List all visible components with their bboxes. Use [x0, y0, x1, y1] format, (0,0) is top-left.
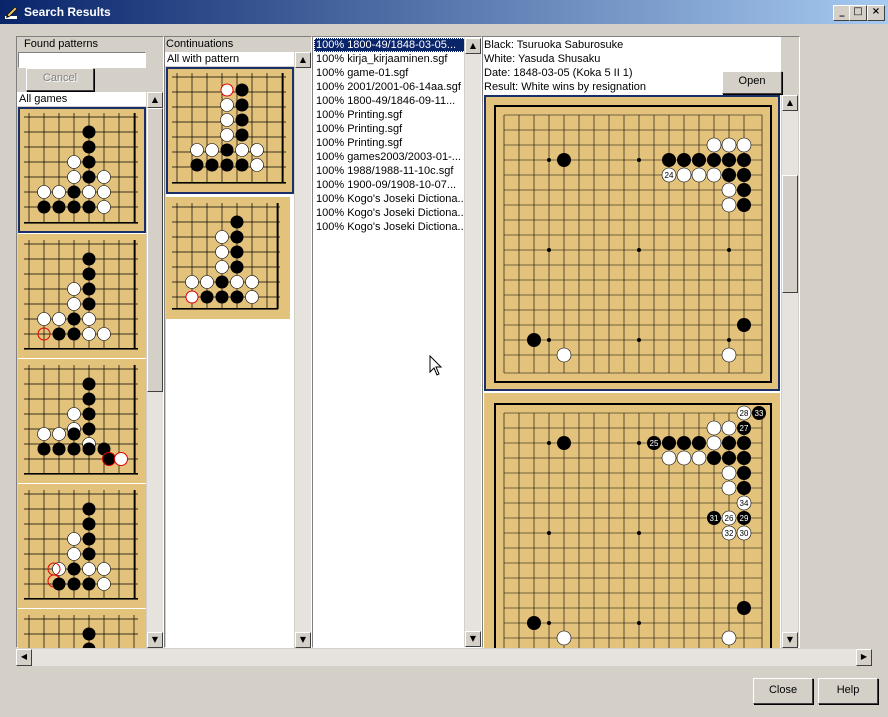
game-item[interactable]: 100% game-01.sgf [314, 66, 466, 80]
move-number: 27 [740, 424, 749, 433]
continuations-panel: Continuations All with pattern ▲ ▼ [164, 36, 312, 648]
arrow-down-icon[interactable]: ▼ [782, 632, 798, 648]
found-patterns-label: Found patterns [24, 38, 98, 50]
pattern-tile-5[interactable] [18, 609, 146, 648]
continuation-board [172, 73, 286, 184]
game-item[interactable]: 100% Printing.sgf [314, 136, 466, 150]
pattern-board [24, 615, 138, 648]
continuation-tile-1[interactable] [166, 67, 294, 194]
move-number: 28 [740, 409, 749, 418]
games-list[interactable]: 100% 1800-49/1848-03-05... 100% kirja_ki… [314, 38, 466, 638]
full-board-2[interactable]: 25 27 28 33 34 31 26 29 32 30 [484, 393, 780, 648]
pattern-board [24, 240, 138, 350]
game-item[interactable]: 100% Kogo's Joseki Dictiona... [314, 220, 466, 234]
help-button[interactable]: Help [818, 678, 878, 704]
continuation-tile-2[interactable] [166, 197, 290, 319]
games-scrollbar[interactable]: ▲ ▼ [464, 38, 481, 647]
window-title: Search Results [24, 5, 111, 19]
game-date: Date: 1848-03-05 (Koka 5 II 1) [484, 67, 633, 79]
pattern-list[interactable] [18, 107, 146, 648]
white-player: White: Yasuda Shusaku [484, 53, 601, 65]
game-result: Result: White wins by resignation [484, 81, 647, 93]
game-item[interactable]: 100% 1800-49/1848-03-05... [314, 38, 466, 52]
arrow-up-icon[interactable]: ▲ [782, 95, 798, 111]
all-games-label: All games [17, 92, 147, 106]
move-number: 34 [740, 499, 749, 508]
scroll-thumb[interactable] [782, 175, 798, 293]
title-bar: Search Results _ □ × [0, 0, 888, 24]
move-number: 24 [665, 171, 674, 180]
mouse-cursor-icon [429, 355, 443, 376]
arrow-down-icon[interactable]: ▼ [465, 631, 481, 647]
close-window-button[interactable]: × [867, 5, 885, 21]
full-board-1[interactable]: 24 [484, 95, 780, 391]
continuations-list[interactable] [166, 67, 294, 648]
game-item[interactable]: 100% 1988/1988-11-10c.sgf [314, 164, 466, 178]
pattern-scrollbar[interactable]: ▲ ▼ [146, 92, 163, 648]
pattern-board [24, 113, 138, 224]
black-player: Black: Tsuruoka Saburosuke [484, 39, 624, 51]
maximize-button[interactable]: □ [849, 5, 867, 21]
found-patterns-panel: Found patterns Cancel All games ▲ ▼ [16, 36, 164, 648]
game-item[interactable]: 100% games2003/2003-01-... [314, 150, 466, 164]
pattern-tile-3[interactable] [18, 359, 146, 483]
arrow-up-icon[interactable]: ▲ [295, 52, 311, 68]
game-item[interactable]: 100% Kogo's Joseki Dictiona... [314, 192, 466, 206]
arrow-down-icon[interactable]: ▼ [295, 632, 311, 648]
pattern-board [24, 490, 138, 600]
preview-scrollbar[interactable]: ▲ ▼ [781, 95, 798, 648]
move-number: 32 [725, 529, 734, 538]
game-item[interactable]: 100% 2001/2001-06-14aa.sgf [314, 80, 466, 94]
pencil-icon [5, 6, 18, 19]
continuations-label: Continuations [166, 38, 234, 50]
cancel-button[interactable]: Cancel [26, 68, 94, 91]
move-number: 26 [725, 514, 734, 523]
arrow-up-icon[interactable]: ▲ [465, 38, 481, 54]
pattern-tile-2[interactable] [18, 234, 146, 358]
game-item[interactable]: 100% 1900-09/1908-10-07... [314, 178, 466, 192]
go-board: 25 27 28 33 34 31 26 29 32 30 [494, 403, 772, 648]
move-number: 25 [650, 439, 659, 448]
go-board: 24 [494, 105, 772, 383]
game-item[interactable]: 100% Printing.sgf [314, 122, 466, 136]
board-preview-list[interactable]: 24 25 27 28 33 34 31 26 29 32 30 [483, 95, 781, 648]
continuation-board [172, 203, 280, 310]
continuations-filter-label: All with pattern [165, 52, 295, 66]
game-item[interactable]: 100% kirja_kirjaaminen.sgf [314, 52, 466, 66]
arrow-down-icon[interactable]: ▼ [147, 632, 163, 648]
move-number: 33 [755, 409, 764, 418]
open-button[interactable]: Open [722, 71, 782, 94]
arrow-right-icon[interactable]: ▶ [856, 649, 872, 666]
continuations-scrollbar[interactable]: ▲ ▼ [294, 52, 311, 648]
games-panel: 100% 1800-49/1848-03-05... 100% kirja_ki… [312, 36, 482, 648]
scroll-thumb[interactable] [147, 108, 163, 392]
horizontal-scrollbar[interactable]: ◀ ▶ [16, 649, 872, 666]
move-number: 31 [710, 514, 719, 523]
move-number: 29 [740, 514, 749, 523]
close-button[interactable]: Close [753, 678, 813, 704]
pattern-tile-4[interactable] [18, 484, 146, 608]
pattern-tile-1[interactable] [18, 107, 146, 233]
arrow-up-icon[interactable]: ▲ [147, 92, 163, 108]
game-item[interactable]: 100% Kogo's Joseki Dictiona... [314, 206, 466, 220]
arrow-left-icon[interactable]: ◀ [16, 649, 32, 666]
move-number: 30 [740, 529, 749, 538]
pattern-name-field[interactable] [18, 52, 146, 68]
game-item[interactable]: 100% 1800-49/1846-09-11... [314, 94, 466, 108]
preview-panel: Black: Tsuruoka Saburosuke White: Yasuda… [482, 36, 800, 648]
game-item[interactable]: 100% Printing.sgf [314, 108, 466, 122]
pattern-board [24, 365, 138, 475]
